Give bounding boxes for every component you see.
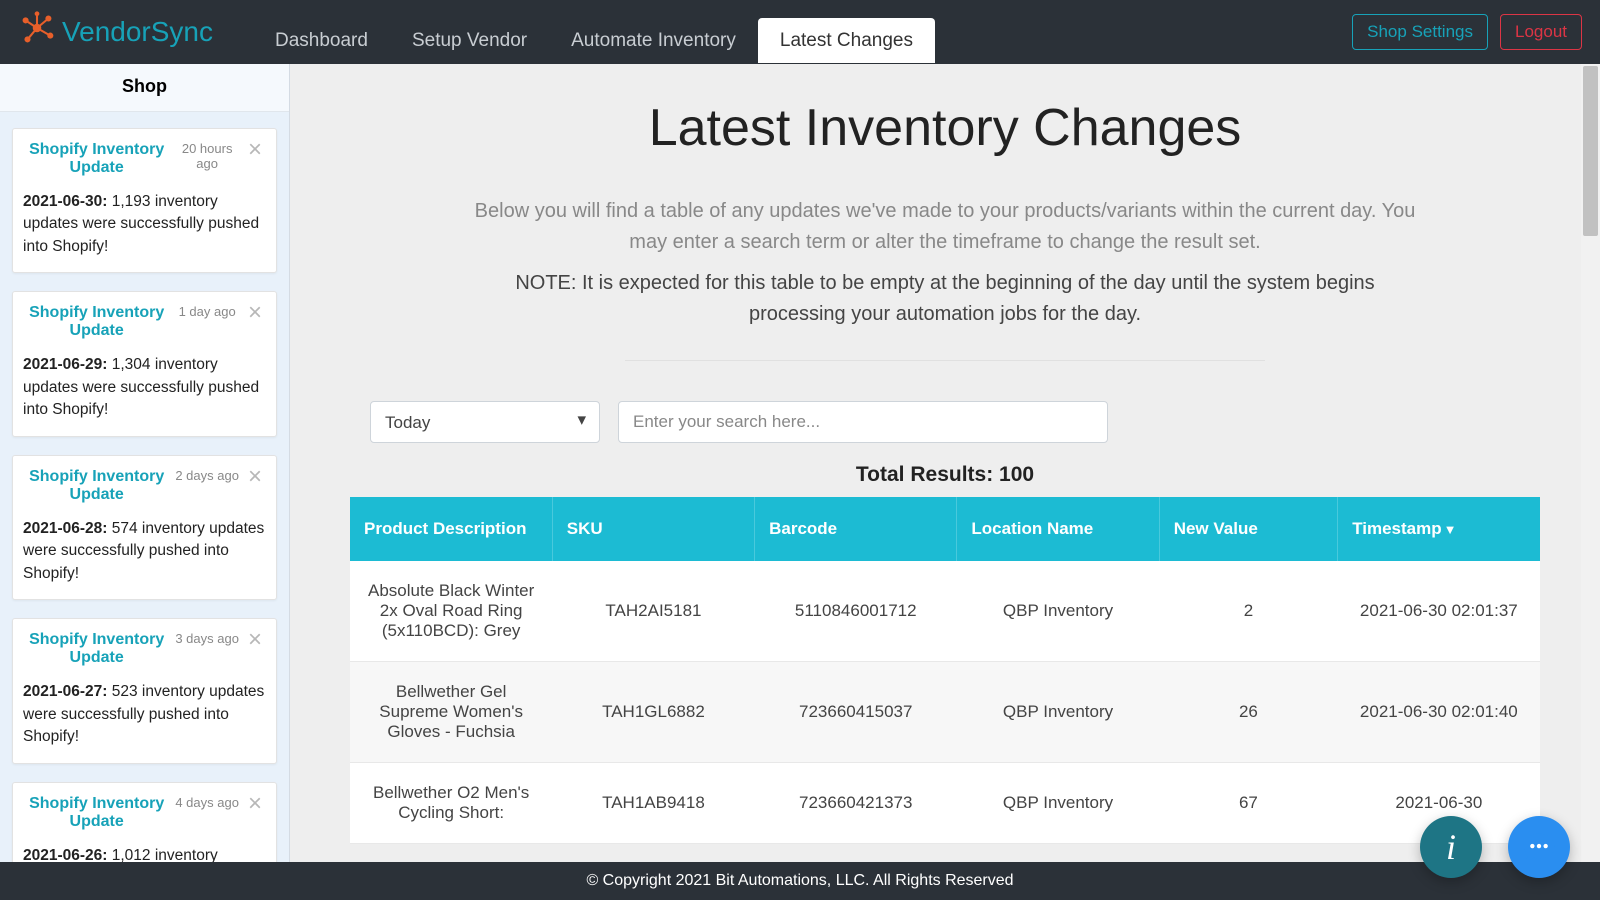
page-subtext: Below you will find a table of any updat… <box>465 196 1425 258</box>
table-row: Bellwether O2 Men's Cycling Short:TAH1AB… <box>350 763 1540 844</box>
cell-val: 67 <box>1159 763 1338 844</box>
sidebar-scroll[interactable]: Shopify Inventory Update20 hours ago×202… <box>0 112 289 862</box>
notification-body: 2021-06-26: 1,012 inventory updates were… <box>23 845 266 862</box>
search-input[interactable] <box>618 401 1108 443</box>
notification-title: Shopify Inventory Update <box>23 631 170 667</box>
column-header-barcode[interactable]: Barcode <box>755 497 957 561</box>
sidebar-header: Shop <box>0 64 289 112</box>
notification-title: Shopify Inventory Update <box>23 795 170 831</box>
notification-card: Shopify Inventory Update4 days ago× 2021-… <box>12 782 277 862</box>
nav-link-dashboard[interactable]: Dashboard <box>253 18 390 63</box>
cell-desc: Bellwether Gel Supreme Women's Gloves - … <box>350 662 552 763</box>
chat-bubble-button[interactable] <box>1508 816 1570 878</box>
divider <box>625 360 1265 361</box>
top-right-buttons: Shop Settings Logout <box>1352 14 1582 50</box>
notification-body: 2021-06-27: 523 inventory updates were s… <box>23 681 266 748</box>
cell-val: 2 <box>1159 561 1338 662</box>
column-header-new-value[interactable]: New Value <box>1159 497 1338 561</box>
cell-barcode: 723660415037 <box>755 662 957 763</box>
notifications-sidebar: Shop Shopify Inventory Update20 hours ag… <box>0 64 290 862</box>
notification-card: Shopify Inventory Update20 hours ago× 202… <box>12 128 277 273</box>
table-row: Bellwether Gel Supreme Women's Gloves - … <box>350 662 1540 763</box>
notification-body: 2021-06-29: 1,304 inventory updates were… <box>23 354 266 421</box>
close-icon[interactable]: × <box>244 631 266 649</box>
main-content[interactable]: Latest Inventory Changes Below you will … <box>290 64 1600 862</box>
notification-card: Shopify Inventory Update3 days ago× 2021-… <box>12 618 277 763</box>
notification-timestamp: 3 days ago <box>170 631 244 646</box>
timeframe-select-wrap: Today <box>370 401 600 443</box>
vendorsync-logo-icon <box>18 9 56 56</box>
logout-button[interactable]: Logout <box>1500 14 1582 50</box>
brand-logo[interactable]: VendorSync <box>18 9 213 56</box>
notification-timestamp: 4 days ago <box>170 795 244 810</box>
page-title: Latest Inventory Changes <box>350 98 1540 158</box>
table-row: Absolute Black Winter 2x Oval Road Ring … <box>350 561 1540 662</box>
notification-card: Shopify Inventory Update2 days ago× 2021-… <box>12 455 277 600</box>
close-icon[interactable]: × <box>244 468 266 486</box>
page-note: NOTE: It is expected for this table to b… <box>465 268 1425 330</box>
close-icon[interactable]: × <box>244 141 266 159</box>
brand-name: VendorSync <box>62 16 213 48</box>
inventory-changes-table: Product DescriptionSKUBarcodeLocation Na… <box>350 497 1540 844</box>
notification-timestamp: 2 days ago <box>170 468 244 483</box>
filter-controls: Today <box>370 401 1540 443</box>
notification-title: Shopify Inventory Update <box>23 468 170 504</box>
main-scrollbar[interactable] <box>1581 64 1600 862</box>
notification-title: Shopify Inventory Update <box>23 304 170 340</box>
total-results: Total Results: 100 <box>350 463 1540 487</box>
nav-links: DashboardSetup VendorAutomate InventoryL… <box>253 0 935 64</box>
cell-loc: QBP Inventory <box>957 763 1159 844</box>
scrollbar-thumb[interactable] <box>1583 66 1598 236</box>
cell-sku: TAH2AI5181 <box>552 561 754 662</box>
column-header-sku[interactable]: SKU <box>552 497 754 561</box>
close-icon[interactable]: × <box>244 304 266 322</box>
cell-barcode: 5110846001712 <box>755 561 957 662</box>
shop-settings-button[interactable]: Shop Settings <box>1352 14 1488 50</box>
nav-link-setup-vendor[interactable]: Setup Vendor <box>390 18 549 63</box>
nav-link-latest-changes[interactable]: Latest Changes <box>758 18 935 63</box>
notification-title: Shopify Inventory Update <box>23 141 170 177</box>
top-nav-bar: VendorSync DashboardSetup VendorAutomate… <box>0 0 1600 64</box>
notification-body: 2021-06-30: 1,193 inventory updates were… <box>23 191 266 258</box>
cell-ts: 2021-06-30 02:01:37 <box>1338 561 1540 662</box>
cell-loc: QBP Inventory <box>957 561 1159 662</box>
column-header-timestamp[interactable]: Timestamp▼ <box>1338 497 1540 561</box>
footer: © Copyright 2021 Bit Automations, LLC. A… <box>0 862 1600 900</box>
cell-barcode: 723660421373 <box>755 763 957 844</box>
notification-body: 2021-06-28: 574 inventory updates were s… <box>23 518 266 585</box>
info-bubble-button[interactable]: i <box>1420 816 1482 878</box>
close-icon[interactable]: × <box>244 795 266 813</box>
cell-sku: TAH1AB9418 <box>552 763 754 844</box>
notification-timestamp: 1 day ago <box>170 304 244 319</box>
sort-desc-icon: ▼ <box>1444 522 1457 537</box>
column-header-location-name[interactable]: Location Name <box>957 497 1159 561</box>
cell-desc: Absolute Black Winter 2x Oval Road Ring … <box>350 561 552 662</box>
notification-card: Shopify Inventory Update1 day ago× 2021-0… <box>12 291 277 436</box>
cell-val: 26 <box>1159 662 1338 763</box>
cell-sku: TAH1GL6882 <box>552 662 754 763</box>
timeframe-select[interactable]: Today <box>370 401 600 443</box>
chat-icon <box>1520 828 1558 866</box>
notification-timestamp: 20 hours ago <box>170 141 244 171</box>
column-header-product-description[interactable]: Product Description <box>350 497 552 561</box>
cell-loc: QBP Inventory <box>957 662 1159 763</box>
cell-ts: 2021-06-30 02:01:40 <box>1338 662 1540 763</box>
nav-link-automate-inventory[interactable]: Automate Inventory <box>549 18 758 63</box>
cell-desc: Bellwether O2 Men's Cycling Short: <box>350 763 552 844</box>
